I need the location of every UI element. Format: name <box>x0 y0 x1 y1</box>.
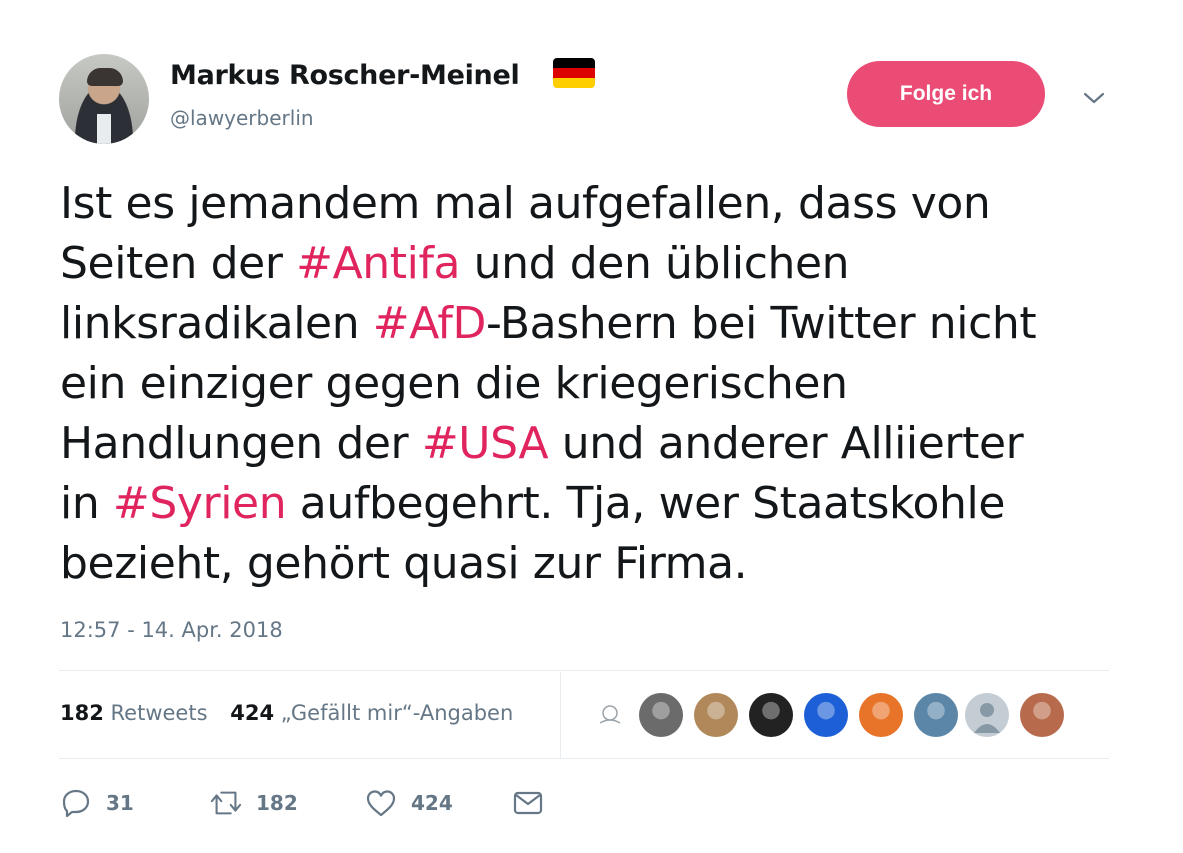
author-avatar[interactable] <box>59 54 149 144</box>
sketch-avatar[interactable] <box>588 693 632 737</box>
likes-label: „Gefällt mir“-Angaben <box>280 701 514 725</box>
brick-avatar[interactable] <box>1020 693 1064 737</box>
hashtag-link[interactable]: #AfD <box>373 298 487 349</box>
envelope-icon <box>513 791 543 815</box>
reply-count: 31 <box>106 791 134 815</box>
dark-avatar[interactable] <box>749 693 793 737</box>
likes-count: 424 <box>230 701 275 725</box>
tweet-text-segment: ein einziger gegen die kriegerischen <box>60 358 848 409</box>
default-avatar[interactable] <box>965 693 1009 737</box>
hashtag-link[interactable]: #Syrien <box>113 478 287 529</box>
tweet-line: Seiten der #Antifa und den üblichen <box>60 234 1140 294</box>
hashtag-link[interactable]: #USA <box>422 418 549 469</box>
tweet-timestamp[interactable]: 12:57 - 14. Apr. 2018 <box>60 618 283 642</box>
author-handle[interactable]: @lawyerberlin <box>170 106 314 130</box>
retweet-button[interactable]: 182 <box>210 787 298 819</box>
tweet-text-segment: Handlungen der <box>60 418 422 469</box>
tweet-line: linksradikalen #AfD-Bashern bei Twitter … <box>60 294 1140 354</box>
direct-message-button[interactable] <box>512 787 544 819</box>
tweet-text-segment: und den üblichen <box>460 238 850 289</box>
avatar-collar <box>97 114 111 144</box>
tweet-text-segment: Ist es jemandem mal aufgefallen, dass vo… <box>60 178 991 229</box>
tweet-line: in #Syrien aufbegehrt. Tja, wer Staatsko… <box>60 474 1140 534</box>
likes-stat[interactable]: 424 „Gefällt mir“-Angaben <box>230 701 513 725</box>
avatar-hair <box>87 68 123 86</box>
german-flag-icon <box>553 58 595 88</box>
retweets-label: Retweets <box>110 701 208 725</box>
man-suit-avatar[interactable] <box>694 693 738 737</box>
tweet-text-segment: Seiten der <box>60 238 297 289</box>
reply-button[interactable]: 31 <box>60 787 134 819</box>
tweet-text-segment: bezieht, gehört quasi zur Firma. <box>60 538 748 589</box>
like-button[interactable]: 424 <box>365 787 453 819</box>
like-count: 424 <box>411 791 453 815</box>
retweets-stat[interactable]: 182 Retweets <box>60 701 208 725</box>
man-bw-avatar[interactable] <box>639 693 683 737</box>
tweet-text-segment: aufbegehrt. Tja, wer Staatskohle <box>286 478 1006 529</box>
divider-bottom <box>59 758 1109 759</box>
fire-avatar[interactable] <box>859 693 903 737</box>
tweet-line: Ist es jemandem mal aufgefallen, dass vo… <box>60 174 1140 234</box>
author-name[interactable]: Markus Roscher-Meinel <box>170 60 520 91</box>
reply-icon <box>62 789 90 818</box>
hashtag-link[interactable]: #Antifa <box>296 238 460 289</box>
chevron-down-icon[interactable] <box>1082 86 1106 110</box>
engagement-stats: 182 Retweets 424 „Gefällt mir“-Angaben <box>60 701 513 725</box>
tweet-text-segment: linksradikalen <box>60 298 373 349</box>
tweet-line: ein einziger gegen die kriegerischen <box>60 354 1140 414</box>
tweet-text-segment: und anderer Alliierter <box>548 418 1024 469</box>
tweet-text-segment: -Bashern bei Twitter nicht <box>485 298 1037 349</box>
tweet-text-segment: in <box>60 478 113 529</box>
tweet-line: Handlungen der #USA und anderer Alliiert… <box>60 414 1140 474</box>
tweet-line: bezieht, gehört quasi zur Firma. <box>60 534 1140 594</box>
heart-icon <box>366 790 396 817</box>
divider-top <box>59 670 1109 671</box>
retweet-count: 182 <box>256 791 298 815</box>
retweet-icon <box>210 791 242 815</box>
following-button[interactable]: Folge ich <box>847 61 1045 127</box>
blue-planet-avatar[interactable] <box>804 693 848 737</box>
stats-divider <box>560 672 561 758</box>
retweets-count: 182 <box>60 701 104 725</box>
tweet-text: Ist es jemandem mal aufgefallen, dass vo… <box>60 174 1140 594</box>
bird-avatar[interactable] <box>914 693 958 737</box>
